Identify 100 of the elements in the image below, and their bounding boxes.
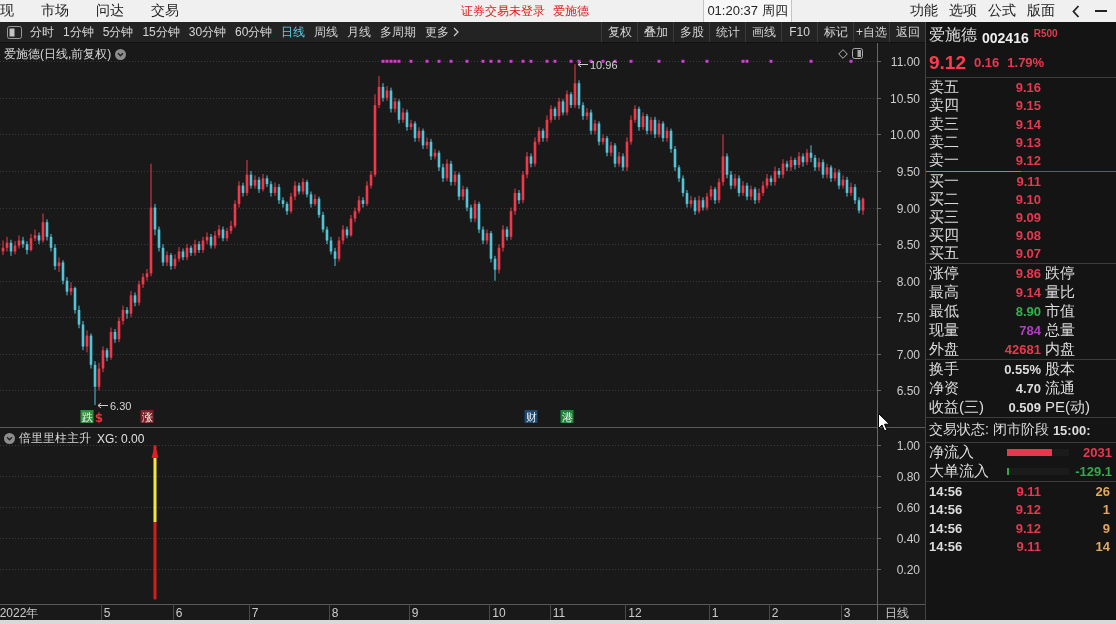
order-level-label: 买二 — [929, 189, 960, 209]
menu-item[interactable]: 公式 — [988, 2, 1016, 20]
login-status: 证券交易未登录 — [461, 2, 545, 20]
axis-label: 0.60 — [896, 500, 920, 515]
event-tag: 财 — [524, 410, 538, 424]
stat-value: 8.90 — [1014, 304, 1041, 319]
period-tab[interactable]: 1分钟 — [63, 23, 94, 41]
stat-label: 市值 — [1045, 302, 1076, 321]
menu-item[interactable]: 选项 — [949, 2, 977, 20]
price-change: 0.16 — [974, 55, 1000, 70]
trade-volume: 26 — [1094, 483, 1111, 499]
flow-value: 2031 — [1082, 445, 1113, 460]
event-tag: $ — [94, 411, 104, 425]
axis-label: 1 — [711, 606, 719, 620]
order-level-label: 买一 — [929, 171, 960, 191]
period-tab[interactable]: 30分钟 — [188, 23, 227, 41]
diamond-icon[interactable] — [838, 48, 848, 59]
toolbar-button[interactable]: 多股 — [673, 22, 709, 42]
axis-label: 2 — [771, 606, 779, 620]
period-tab[interactable]: 周线 — [314, 23, 339, 41]
axis-label: 8.00 — [896, 274, 920, 289]
toolbar-button[interactable]: 统计 — [709, 22, 745, 42]
order-level-label: 卖三 — [929, 114, 960, 134]
stat-label: 股本 — [1045, 360, 1076, 379]
sidebar-toggle-icon[interactable] — [7, 25, 22, 39]
stat-label: 外盘 — [929, 340, 960, 359]
status-time: 15:00: — [1052, 422, 1091, 438]
toolbar-button[interactable]: F10 — [781, 22, 817, 42]
order-level-label: 买四 — [929, 226, 960, 246]
menu-item[interactable]: 交易 — [151, 2, 179, 20]
axis-label: 7.50 — [896, 310, 920, 325]
arrow-icon — [97, 402, 109, 409]
order-price: 9.09 — [1014, 210, 1041, 225]
order-price: 9.14 — [1014, 116, 1041, 132]
axis-label: 3 — [843, 606, 851, 620]
stat-label: 净资 — [929, 379, 960, 398]
menu-item[interactable]: 问达 — [96, 2, 124, 20]
trade-price: 9.12 — [1014, 520, 1041, 536]
toolbar-button[interactable]: 标记 — [817, 22, 853, 42]
arrow-icon — [577, 61, 589, 68]
axis-label: 9 — [411, 606, 419, 620]
flow-value: -129.1 — [1074, 464, 1113, 479]
axis-label: 9.50 — [896, 164, 920, 179]
stat-label: 总量 — [1045, 321, 1076, 340]
order-price: 9.11 — [1015, 173, 1041, 189]
menu-item[interactable]: 版面 — [1027, 2, 1055, 20]
period-tab[interactable]: 5分钟 — [102, 23, 134, 41]
axis-label: 6.50 — [896, 383, 920, 398]
toolbar-button[interactable]: 复权 — [601, 22, 637, 42]
axis-label: 9.00 — [896, 201, 920, 216]
dropdown-icon[interactable] — [4, 433, 15, 444]
period-tab[interactable]: 月线 — [347, 23, 372, 41]
stat-label: 内盘 — [1045, 340, 1076, 359]
period-tab[interactable]: 日线 — [281, 23, 306, 41]
clock: 01:20:37 周四 — [703, 0, 792, 22]
axis-label: 1.00 — [896, 438, 920, 453]
stat-label: 现量 — [929, 321, 960, 340]
price-annotation: 10.96 — [590, 58, 618, 71]
flow-label: 大单流入 — [929, 462, 990, 481]
event-tag: 港 — [560, 410, 574, 424]
axis-label: 7 — [251, 606, 259, 620]
menu-item[interactable]: 市场 — [41, 2, 69, 20]
period-label: 日线 — [885, 606, 909, 620]
price-annotation: 6.30 — [110, 399, 132, 412]
stat-label: 最低 — [929, 302, 960, 321]
order-price: 9.16 — [1014, 79, 1041, 95]
dropdown-icon[interactable] — [115, 49, 127, 60]
order-level-label: 卖二 — [929, 132, 960, 152]
last-price: 9.12 — [929, 51, 966, 74]
menu-item[interactable]: 功能 — [910, 2, 938, 20]
axis-label: 8.50 — [896, 237, 920, 252]
menu-item[interactable]: 现 — [0, 2, 14, 20]
trade-volume: 1 — [1101, 502, 1111, 518]
chevron-left-icon[interactable] — [1072, 4, 1080, 18]
order-price: 9.15 — [1014, 98, 1041, 114]
stat-label: 收益(三) — [929, 398, 984, 417]
trade-price: 9.12 — [1014, 502, 1041, 518]
order-price: 9.13 — [1014, 134, 1041, 150]
stat-value: 4.70 — [1014, 381, 1041, 396]
more-button[interactable]: 更多 — [425, 23, 460, 41]
period-tab[interactable]: 15分钟 — [142, 23, 180, 41]
panel-toggle-icon[interactable] — [852, 48, 863, 59]
toolbar-button[interactable]: 叠加 — [637, 22, 673, 42]
toolbar-button[interactable]: +自选 — [853, 22, 889, 42]
axis-label: 11.00 — [890, 54, 920, 69]
period-tab[interactable]: 多周期 — [380, 23, 417, 41]
trade-volume: 9 — [1101, 520, 1111, 536]
axis-label: 0.80 — [896, 469, 920, 484]
indicator-value: XG: 0.00 — [97, 431, 145, 446]
order-level-label: 卖四 — [929, 96, 960, 116]
axis-label: 11 — [552, 606, 566, 620]
toolbar-button[interactable]: 画线 — [745, 22, 781, 42]
stat-value: 42681 — [1003, 342, 1041, 357]
stock-name: 爱施德 — [553, 2, 589, 20]
period-tab[interactable]: 60分钟 — [235, 23, 273, 41]
mouse-pointer-icon — [878, 413, 890, 432]
axis-label: 2022年 — [0, 606, 39, 620]
stat-label: 换手 — [929, 360, 960, 379]
order-price: 9.12 — [1014, 153, 1041, 169]
period-tab[interactable]: 分时 — [30, 23, 54, 41]
